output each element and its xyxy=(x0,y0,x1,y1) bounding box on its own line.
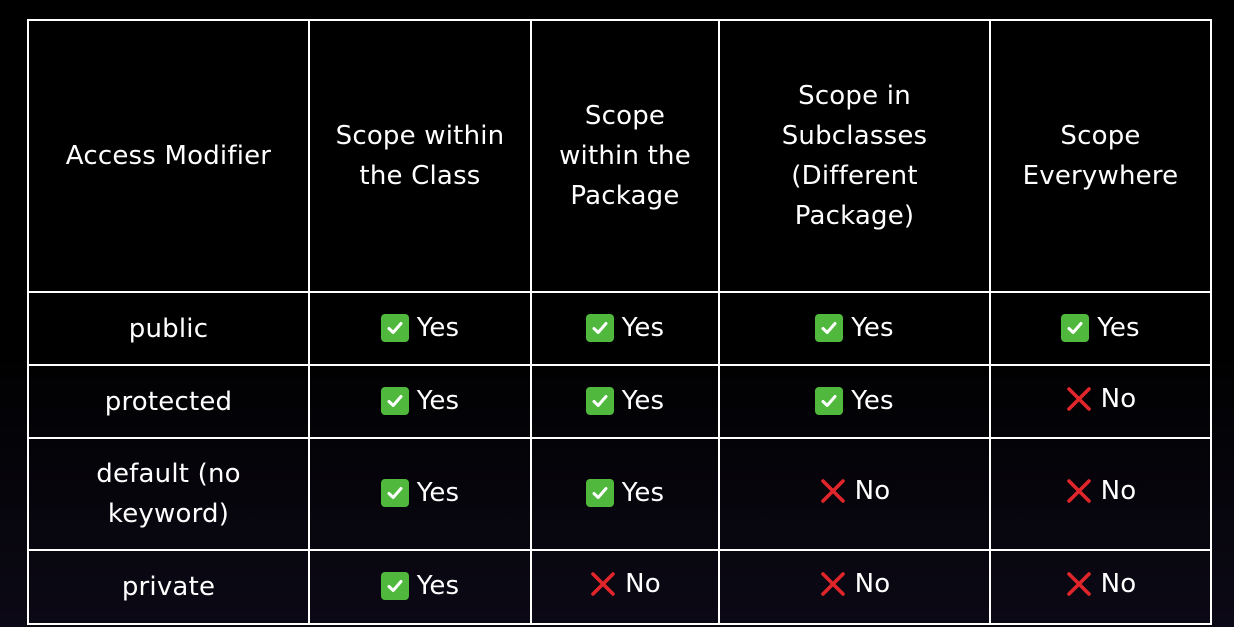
check-mark-button-icon xyxy=(815,313,844,342)
scope-value-label: No xyxy=(1100,476,1137,506)
scope-value: Yes xyxy=(585,473,665,513)
access-modifier-table-container: Access Modifier Scope within the Class S… xyxy=(27,19,1212,625)
scope-cell: No xyxy=(989,549,1212,625)
table-row: private Yes No No No xyxy=(27,549,1212,625)
check-mark-button-icon xyxy=(1061,313,1090,342)
scope-value: No xyxy=(1065,379,1137,419)
modifier-cell: private xyxy=(27,549,310,625)
scope-value-label: No xyxy=(1100,383,1137,414)
scope-value-label: Yes xyxy=(621,385,665,416)
scope-value: Yes xyxy=(585,381,665,421)
scope-value: Yes xyxy=(815,381,894,421)
scope-cell: Yes xyxy=(530,291,720,366)
scope-value-label: Yes xyxy=(416,312,460,343)
check-mark-button-icon xyxy=(585,479,614,507)
scope-value-label: Yes xyxy=(851,385,894,416)
scope-value: Yes xyxy=(815,308,894,348)
access-modifier-table: Access Modifier Scope within the Class S… xyxy=(27,19,1212,625)
scope-cell: Yes xyxy=(718,291,991,366)
scope-value-label: Yes xyxy=(621,312,665,343)
scope-cell: Yes xyxy=(718,364,991,439)
scope-value-label: Yes xyxy=(851,312,894,343)
scope-cell: No xyxy=(989,437,1212,551)
scope-cell: No xyxy=(989,364,1212,439)
cross-mark-icon xyxy=(1065,570,1093,598)
scope-value-label: No xyxy=(1100,569,1137,599)
modifier-cell: default (no keyword) xyxy=(27,437,310,551)
scope-cell: Yes xyxy=(989,291,1212,366)
scope-value: Yes xyxy=(380,308,460,348)
table-row: protected Yes Yes Yes No xyxy=(27,364,1212,439)
cross-mark-icon xyxy=(589,570,617,598)
scope-value: No xyxy=(1065,471,1137,511)
scope-cell: Yes xyxy=(530,437,720,551)
scope-value: No xyxy=(819,471,891,511)
scope-value: Yes xyxy=(380,381,460,421)
cross-mark-icon xyxy=(819,477,847,505)
scope-value-label: Yes xyxy=(416,385,460,416)
scope-cell: No xyxy=(718,437,991,551)
scope-cell: Yes xyxy=(308,364,532,439)
scope-cell: Yes xyxy=(308,549,532,625)
check-mark-button-icon xyxy=(585,313,614,342)
scope-value-label: Yes xyxy=(416,478,460,508)
scope-value: No xyxy=(589,564,661,604)
header-scope-package: Scope within the Package xyxy=(530,19,720,293)
modifier-cell: public xyxy=(27,291,310,366)
modifier-cell: protected xyxy=(27,364,310,439)
header-scope-everywhere: Scope Everywhere xyxy=(989,19,1212,293)
check-mark-button-icon xyxy=(380,479,409,507)
scope-value-label: Yes xyxy=(1097,312,1140,343)
scope-value-label: Yes xyxy=(416,571,460,601)
scope-cell: Yes xyxy=(308,437,532,551)
scope-value-label: Yes xyxy=(621,478,665,508)
header-scope-class: Scope within the Class xyxy=(308,19,532,293)
scope-value-label: No xyxy=(854,569,891,599)
scope-value: No xyxy=(819,564,891,604)
cross-mark-icon xyxy=(1065,385,1093,413)
check-mark-button-icon xyxy=(585,386,614,415)
scope-value: No xyxy=(1065,564,1137,604)
table-row: public Yes Yes Yes Yes xyxy=(27,291,1212,366)
check-mark-button-icon xyxy=(380,386,409,415)
table-row: default (no keyword) Yes Yes No No xyxy=(27,437,1212,551)
scope-cell: No xyxy=(530,549,720,625)
scope-value: Yes xyxy=(1061,308,1140,348)
scope-value: Yes xyxy=(380,473,460,513)
scope-value: Yes xyxy=(380,566,460,606)
check-mark-button-icon xyxy=(380,313,409,342)
cross-mark-icon xyxy=(819,570,847,598)
header-scope-subclasses: Scope in Subclasses (Different Package) xyxy=(718,19,991,293)
cross-mark-icon xyxy=(1065,477,1093,505)
check-mark-button-icon xyxy=(815,386,844,415)
scope-cell: Yes xyxy=(308,291,532,366)
scope-value-label: No xyxy=(625,569,661,599)
scope-value-label: No xyxy=(854,476,891,506)
header-row: Access Modifier Scope within the Class S… xyxy=(27,19,1212,293)
check-mark-button-icon xyxy=(380,572,409,600)
scope-cell: No xyxy=(718,549,991,625)
header-access-modifier: Access Modifier xyxy=(27,19,310,293)
scope-cell: Yes xyxy=(530,364,720,439)
scope-value: Yes xyxy=(585,308,665,348)
